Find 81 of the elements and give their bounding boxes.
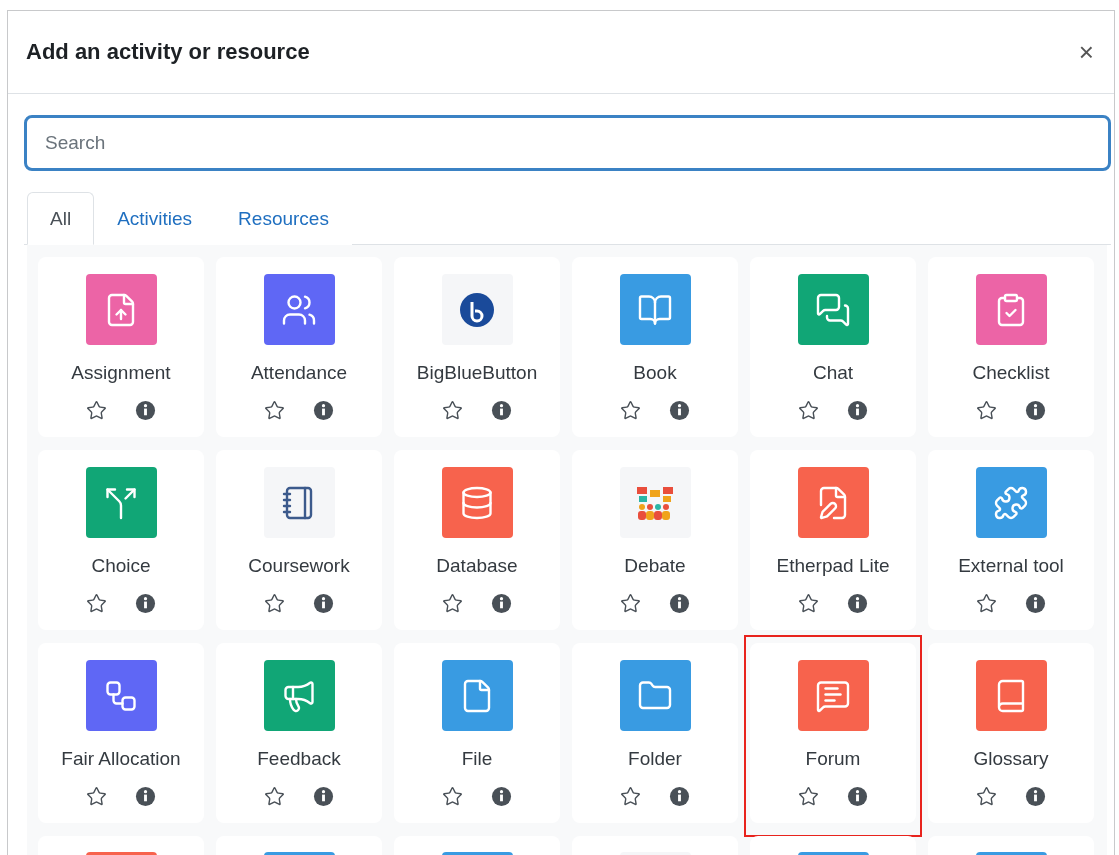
puzzle-icon (993, 484, 1029, 521)
module-name: BigBlueButton (416, 362, 538, 384)
module-card[interactable]: Etherpad Lite (750, 450, 916, 630)
module-card[interactable]: Glossary (928, 643, 1094, 823)
info-icon[interactable] (491, 786, 512, 807)
star-icon[interactable] (620, 786, 641, 807)
star-icon[interactable] (86, 786, 107, 807)
info-icon[interactable] (135, 786, 156, 807)
star-icon[interactable] (798, 593, 819, 614)
module-card[interactable]: Chat (750, 257, 916, 437)
database-icon (459, 484, 495, 521)
star-icon[interactable] (442, 593, 463, 614)
info-icon[interactable] (847, 400, 868, 421)
star-icon[interactable] (976, 593, 997, 614)
module-name: Attendance (250, 362, 348, 384)
star-icon[interactable] (86, 400, 107, 421)
dialog-title: Add an activity or resource (26, 39, 310, 65)
people-speech-bubbles-icon (636, 484, 674, 521)
module-card[interactable]: File (394, 643, 560, 823)
search-field[interactable]: Search (24, 115, 1111, 171)
module-card[interactable]: Feedback (216, 643, 382, 823)
module-name: Chat (812, 362, 854, 384)
info-icon[interactable] (135, 400, 156, 421)
module-name: Checklist (972, 362, 1050, 384)
circle-logo-icon (459, 291, 495, 328)
star-icon[interactable] (620, 400, 641, 421)
info-icon[interactable] (847, 786, 868, 807)
module-name: Database (436, 555, 518, 577)
close-button[interactable]: × (1074, 39, 1098, 65)
info-icon[interactable] (1025, 400, 1046, 421)
info-icon[interactable] (1025, 593, 1046, 614)
module-card[interactable]: Coursework (216, 450, 382, 630)
module-card[interactable]: Folder (572, 643, 738, 823)
module-card[interactable]: External tool (928, 450, 1094, 630)
info-icon[interactable] (313, 786, 334, 807)
module-card[interactable]: Book (572, 257, 738, 437)
module-card[interactable]: Database (394, 450, 560, 630)
star-icon[interactable] (442, 786, 463, 807)
module-card[interactable]: Choice (38, 450, 204, 630)
module-name: Fair Allocation (61, 748, 181, 770)
info-icon[interactable] (669, 400, 690, 421)
module-name: Book (633, 362, 677, 384)
module-card[interactable]: Forum (750, 643, 916, 823)
module-name: External tool (958, 555, 1064, 577)
module-card[interactable]: Attendance (216, 257, 382, 437)
star-icon[interactable] (86, 593, 107, 614)
star-icon[interactable] (976, 400, 997, 421)
star-icon[interactable] (798, 400, 819, 421)
info-icon[interactable] (491, 400, 512, 421)
star-icon[interactable] (620, 593, 641, 614)
info-icon[interactable] (491, 593, 512, 614)
info-icon[interactable] (669, 786, 690, 807)
star-icon[interactable] (264, 593, 285, 614)
module-card[interactable]: Checklist (928, 257, 1094, 437)
module-name: Glossary (973, 748, 1049, 770)
tab[interactable]: All (27, 192, 95, 245)
star-icon[interactable] (976, 786, 997, 807)
star-icon[interactable] (442, 400, 463, 421)
module-card[interactable]: Debate (572, 450, 738, 630)
star-icon[interactable] (264, 786, 285, 807)
info-icon[interactable] (313, 593, 334, 614)
module-name: Forum (805, 748, 861, 770)
module-name: Etherpad Lite (776, 555, 890, 577)
module-card[interactable]: Fair Allocation (38, 643, 204, 823)
module-name: File (461, 748, 493, 770)
info-icon[interactable] (135, 593, 156, 614)
module-name: Coursework (248, 555, 350, 577)
module-name: Debate (624, 555, 686, 577)
module-name: Assignment (71, 362, 171, 384)
info-icon[interactable] (313, 400, 334, 421)
star-icon[interactable] (798, 786, 819, 807)
info-icon[interactable] (847, 593, 868, 614)
chat-bubbles-icon (815, 291, 851, 328)
star-icon[interactable] (264, 400, 285, 421)
info-icon[interactable] (1025, 786, 1046, 807)
info-icon[interactable] (669, 593, 690, 614)
module-card[interactable]: Assignment (38, 257, 204, 437)
module-card[interactable]: BigBlueButton (394, 257, 560, 437)
module-name: Folder (628, 748, 682, 770)
module-name: Choice (91, 555, 151, 577)
module-name: Feedback (257, 748, 341, 770)
